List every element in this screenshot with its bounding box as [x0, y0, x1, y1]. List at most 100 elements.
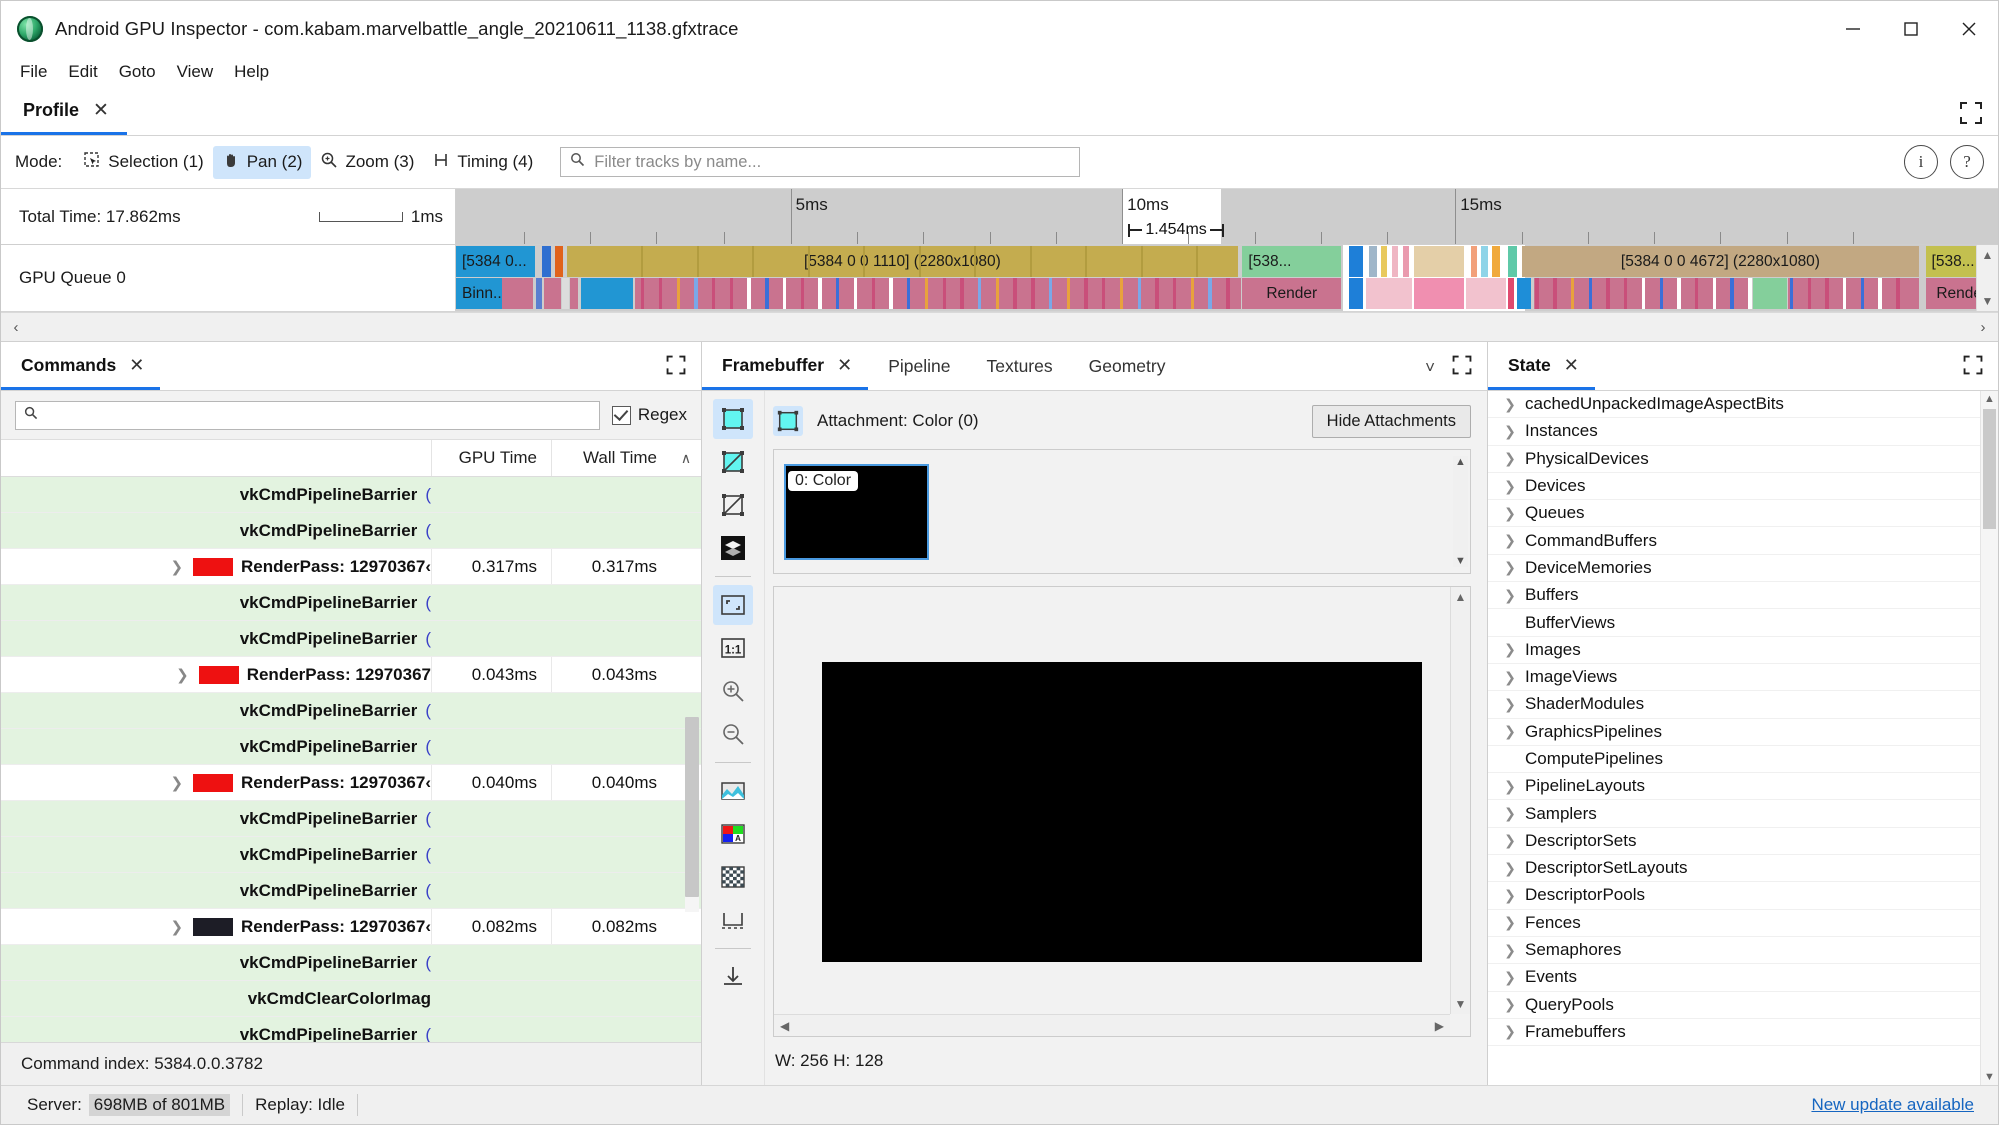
- expand-icon[interactable]: [1962, 354, 1984, 381]
- state-tree-item[interactable]: ❯ cachedUnpackedImageAspectBits: [1488, 391, 1998, 419]
- timeline-span[interactable]: [1507, 278, 1514, 309]
- timeline-span-labeled[interactable]: Render: [1242, 278, 1342, 309]
- table-row[interactable]: ❯ RenderPass: 12970367 0.043ms 0.043ms: [1, 657, 701, 693]
- timeline-span[interactable]: [1391, 246, 1399, 277]
- state-tree-item[interactable]: ComputePipelines: [1488, 746, 1998, 774]
- scroll-up-icon[interactable]: ▲: [1982, 248, 1994, 262]
- framebuffer-image-viewport[interactable]: ▲ ▼ ◀ ▶: [773, 586, 1471, 1037]
- state-tree-item[interactable]: ❯ Fences: [1488, 910, 1998, 937]
- timeline-span[interactable]: [1381, 246, 1388, 277]
- timeline-span[interactable]: [634, 278, 1241, 309]
- chevron-right-icon[interactable]: ❯: [1504, 723, 1516, 740]
- commands-vertical-scrollbar[interactable]: [685, 717, 699, 912]
- table-row[interactable]: ❯ RenderPass: 12970367‹ 0.082ms 0.082ms: [1, 909, 701, 945]
- color-channels-icon[interactable]: A: [713, 814, 753, 854]
- menu-help[interactable]: Help: [225, 59, 278, 85]
- table-row[interactable]: vkCmdPipelineBarrier (: [1, 945, 701, 981]
- menu-edit[interactable]: Edit: [59, 59, 106, 85]
- timeline-span[interactable]: [580, 278, 634, 309]
- state-tree-item[interactable]: ❯ GraphicsPipelines: [1488, 719, 1998, 746]
- table-row[interactable]: vkCmdPipelineBarrier (: [1, 729, 701, 765]
- scroll-down-icon[interactable]: ▼: [1982, 294, 1994, 308]
- chevron-right-icon[interactable]: ❯: [1504, 532, 1516, 549]
- mode-timing-button[interactable]: Timing (4): [423, 146, 542, 179]
- table-row[interactable]: vkCmdPipelineBarrier (: [1, 513, 701, 549]
- state-tree-item[interactable]: ❯ Framebuffers: [1488, 1019, 1998, 1047]
- depth-attachment-icon[interactable]: [713, 442, 753, 482]
- timeline-span[interactable]: [1507, 246, 1517, 277]
- menu-view[interactable]: View: [168, 59, 223, 85]
- search-field[interactable]: [15, 400, 600, 430]
- scroll-up-icon[interactable]: ▲: [1984, 393, 1995, 405]
- chevron-right-icon[interactable]: ❯: [1504, 832, 1516, 849]
- timeline-span[interactable]: [1348, 246, 1363, 277]
- timeline-span[interactable]: [554, 246, 564, 277]
- track-body[interactable]: [5384 0... [5384 0 0 1110] (2280x1080) [53…: [456, 245, 1998, 311]
- scroll-up-icon[interactable]: ▲: [1455, 590, 1467, 604]
- timeline-span[interactable]: [1516, 278, 1531, 309]
- strip-vertical-scrollbar[interactable]: ▲ ▼: [1453, 456, 1468, 567]
- scroll-down-icon[interactable]: ▼: [1984, 1071, 1995, 1083]
- hide-attachments-button[interactable]: Hide Attachments: [1311, 404, 1471, 438]
- filter-tracks-field[interactable]: [560, 147, 1081, 177]
- chevron-right-icon[interactable]: ❯: [1504, 478, 1516, 495]
- checkerboard-background-icon[interactable]: [713, 857, 753, 897]
- tab-profile[interactable]: Profile ✕: [1, 89, 127, 135]
- track-vertical-scrollbar[interactable]: ▲ ▼: [1976, 245, 1998, 311]
- state-tree-item[interactable]: ❯ PipelineLayouts: [1488, 773, 1998, 801]
- zoom-out-icon[interactable]: [713, 714, 753, 754]
- maximize-button[interactable]: [1882, 2, 1940, 56]
- timeline-span[interactable]: [543, 278, 561, 309]
- new-update-link[interactable]: New update available: [1811, 1095, 1984, 1115]
- scroll-right-icon[interactable]: ›: [1968, 319, 1998, 336]
- timeline-span[interactable]: [1402, 246, 1409, 277]
- table-row[interactable]: vkCmdPipelineBarrier (: [1, 837, 701, 873]
- timeline-span[interactable]: [1413, 246, 1465, 277]
- tab-textures[interactable]: Textures: [966, 343, 1068, 390]
- chevron-right-icon[interactable]: ❯: [176, 666, 189, 684]
- chevron-down-icon[interactable]: ˅: [1425, 358, 1435, 378]
- chevron-right-icon[interactable]: ❯: [1504, 559, 1516, 576]
- chevron-right-icon[interactable]: ❯: [1504, 887, 1516, 904]
- chevron-right-icon[interactable]: ❯: [1504, 1023, 1516, 1040]
- timeline-horizontal-scrollbar[interactable]: ‹ ›: [1, 312, 1998, 341]
- state-tree-item[interactable]: ❯ CommandBuffers: [1488, 527, 1998, 555]
- state-tree-item[interactable]: ❯ DescriptorSets: [1488, 828, 1998, 856]
- scroll-down-icon[interactable]: ▼: [1455, 555, 1466, 567]
- timeline-span[interactable]: [1348, 278, 1363, 309]
- flip-vertically-icon[interactable]: [713, 900, 753, 940]
- scrollbar-trough[interactable]: [31, 322, 1968, 332]
- sort-indicator-icon[interactable]: ∧: [671, 450, 701, 467]
- search-input[interactable]: [44, 405, 591, 425]
- timeline-span[interactable]: [570, 278, 578, 309]
- timeline-span[interactable]: [502, 278, 534, 309]
- close-icon[interactable]: ✕: [129, 355, 144, 376]
- state-tree-item[interactable]: ❯ Queues: [1488, 500, 1998, 528]
- timeline-span[interactable]: [1368, 246, 1377, 277]
- scroll-left-icon[interactable]: ‹: [1, 319, 31, 336]
- timeline-span[interactable]: [1492, 246, 1500, 277]
- timeline-span[interactable]: [542, 246, 551, 277]
- column-header-gpu-time[interactable]: GPU Time: [431, 440, 551, 476]
- timeline-span-labeled[interactable]: [5384 0 0 4672] (2280x1080): [1521, 246, 1920, 277]
- chevron-right-icon[interactable]: ❯: [1504, 942, 1516, 959]
- timeline-span-labeled[interactable]: Binn...: [456, 278, 503, 309]
- tab-commands[interactable]: Commands ✕: [1, 343, 161, 390]
- table-row[interactable]: vkCmdClearColorImag: [1, 981, 701, 1017]
- chevron-right-icon[interactable]: ❯: [170, 558, 183, 576]
- state-tree-item[interactable]: ❯ Buffers: [1488, 582, 1998, 610]
- column-header-wall-time[interactable]: Wall Time: [551, 440, 671, 476]
- close-icon[interactable]: ✕: [93, 99, 109, 122]
- state-tree-item[interactable]: ❯ PhysicalDevices: [1488, 446, 1998, 473]
- chevron-right-icon[interactable]: ❯: [1504, 641, 1516, 658]
- table-row[interactable]: vkCmdPipelineBarrier (: [1, 801, 701, 837]
- timeline-span[interactable]: [1365, 278, 1413, 309]
- attachment-thumbnail-0[interactable]: 0: Color: [784, 463, 929, 560]
- table-row[interactable]: vkCmdPipelineBarrier (: [1, 585, 701, 621]
- scroll-left-icon[interactable]: ◀: [780, 1019, 789, 1033]
- tab-pipeline[interactable]: Pipeline: [868, 343, 966, 390]
- table-row[interactable]: vkCmdPipelineBarrier (: [1, 873, 701, 909]
- state-tree-item[interactable]: ❯ Instances: [1488, 418, 1998, 446]
- expand-icon[interactable]: [1958, 100, 1984, 126]
- state-tree-item[interactable]: BufferViews: [1488, 609, 1998, 637]
